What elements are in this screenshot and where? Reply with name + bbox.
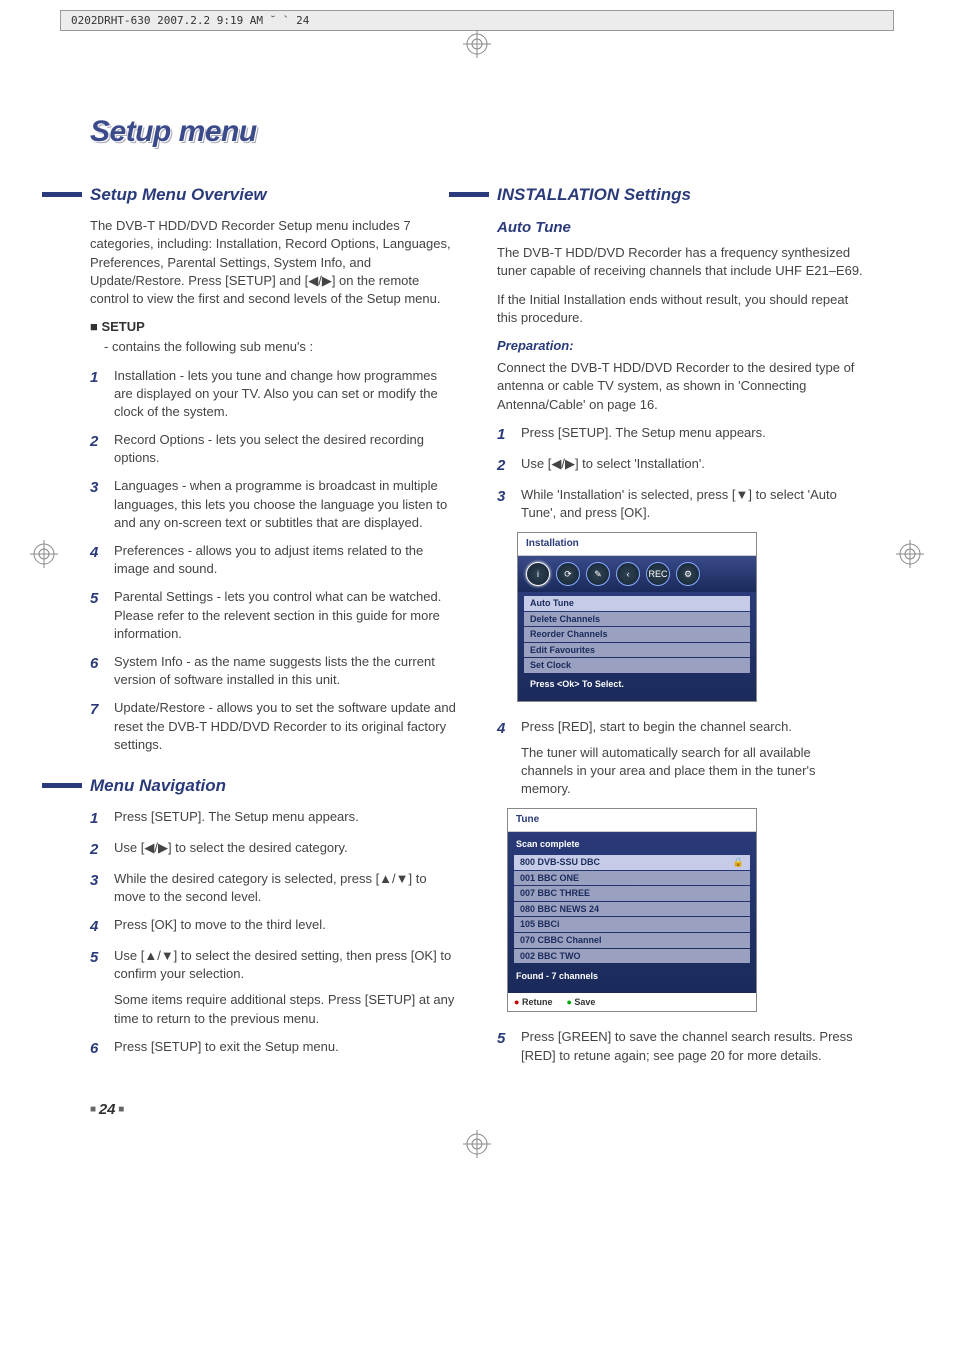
list-item: Record Options - lets you select the des… bbox=[114, 431, 457, 467]
osd-save-button: ● Save bbox=[566, 996, 595, 1009]
osd-retune-button: ● Retune bbox=[514, 996, 552, 1009]
autotune-step-5: 5 Press [GREEN] to save the channel searc… bbox=[497, 1028, 864, 1064]
list-number: 3 bbox=[497, 486, 511, 522]
autotune-para-2: If the Initial Installation ends without… bbox=[497, 291, 864, 327]
osd-row-auto-tune: Auto Tune bbox=[524, 596, 750, 611]
osd-rec-icon: REC bbox=[646, 562, 670, 586]
list-item: Press [OK] to move to the third level. bbox=[114, 916, 457, 937]
list-number: 1 bbox=[497, 424, 511, 445]
osd-channel-row: 001 BBC ONE bbox=[514, 871, 750, 886]
osd-row: Reorder Channels bbox=[524, 627, 750, 642]
list-number: 1 bbox=[90, 367, 104, 422]
list-item: Press [RED], start to begin the channel … bbox=[521, 718, 864, 799]
osd-channel-row: 002 BBC TWO bbox=[514, 949, 750, 964]
list-number: 4 bbox=[497, 718, 511, 799]
list-item: Press [SETUP]. The Setup menu appears. bbox=[114, 808, 457, 829]
osd-row: Edit Favourites bbox=[524, 643, 750, 658]
list-number: 3 bbox=[90, 870, 104, 906]
lock-icon: 🔒 bbox=[733, 856, 744, 869]
list-number: 6 bbox=[90, 1038, 104, 1059]
list-number: 4 bbox=[90, 542, 104, 578]
heading-installation-settings: INSTALLATION Settings bbox=[497, 183, 864, 207]
osd-channel-row: 080 BBC NEWS 24 bbox=[514, 902, 750, 917]
osd-channel-row: 007 BBC THREE bbox=[514, 886, 750, 901]
menu-navigation-list: 1Press [SETUP]. The Setup menu appears. … bbox=[90, 808, 457, 1059]
preparation-para: Connect the DVB-T HDD/DVD Recorder to th… bbox=[497, 359, 864, 414]
page-number: 24 bbox=[90, 1099, 457, 1120]
osd-gear-icon: ⚙ bbox=[676, 562, 700, 586]
list-number: 2 bbox=[90, 431, 104, 467]
autotune-steps-a: 1Press [SETUP]. The Setup menu appears. … bbox=[497, 424, 864, 522]
right-column: INSTALLATION Settings Auto Tune The DVB-… bbox=[497, 183, 864, 1119]
list-number: 2 bbox=[90, 839, 104, 860]
list-number: 5 bbox=[90, 588, 104, 643]
osd-pencil-icon: ✎ bbox=[586, 562, 610, 586]
osd-menu-list: Auto Tune Delete Channels Reorder Channe… bbox=[518, 592, 756, 701]
green-dot-icon: ● bbox=[566, 997, 571, 1007]
osd-refresh-icon: ⟳ bbox=[556, 562, 580, 586]
setup-label: SETUP bbox=[90, 318, 457, 336]
list-item: Installation - lets you tune and change … bbox=[114, 367, 457, 422]
osd-row: Set Clock bbox=[524, 658, 750, 673]
osd-found-count: Found - 7 channels bbox=[514, 964, 750, 987]
setup-submenu-list: 1Installation - lets you tune and change… bbox=[90, 367, 457, 754]
list-item: While the desired category is selected, … bbox=[114, 870, 457, 906]
registration-mark-icon bbox=[30, 540, 58, 568]
list-item: Use [◀/▶] to select the desired category… bbox=[114, 839, 457, 860]
list-number: 2 bbox=[497, 455, 511, 476]
osd-info-icon: i bbox=[526, 562, 550, 586]
list-item: Preferences - allows you to adjust items… bbox=[114, 542, 457, 578]
list-number: 3 bbox=[90, 477, 104, 532]
list-item: System Info - as the name suggests lists… bbox=[114, 653, 457, 689]
list-item: Use [▲/▼] to select the desired setting,… bbox=[114, 947, 457, 1028]
heading-menu-navigation: Menu Navigation bbox=[90, 774, 457, 798]
list-item: While 'Installation' is selected, press … bbox=[521, 486, 864, 522]
heading-preparation: Preparation: bbox=[497, 337, 864, 355]
list-item: Parental Settings - lets you control wha… bbox=[114, 588, 457, 643]
overview-intro: The DVB-T HDD/DVD Recorder Setup menu in… bbox=[90, 217, 457, 308]
list-item: Languages - when a programme is broadcas… bbox=[114, 477, 457, 532]
osd-footer-hint: Press <Ok> To Select. bbox=[524, 674, 750, 693]
list-number: 5 bbox=[497, 1028, 511, 1064]
osd-row: Delete Channels bbox=[524, 612, 750, 627]
osd-tune-screenshot: Tune Scan complete 800 DVB-SSU DBC🔒 001 … bbox=[507, 808, 757, 1012]
left-column: Setup Menu Overview The DVB-T HDD/DVD Re… bbox=[90, 183, 457, 1119]
osd-button-row: ● Retune ● Save bbox=[508, 993, 756, 1012]
osd-channel-row: 800 DVB-SSU DBC🔒 bbox=[514, 855, 750, 870]
list-item: Press [GREEN] to save the channel search… bbox=[521, 1028, 864, 1064]
red-dot-icon: ● bbox=[514, 997, 519, 1007]
heading-setup-overview: Setup Menu Overview bbox=[90, 183, 457, 207]
osd-channel-row: 105 BBCi bbox=[514, 917, 750, 932]
list-number: 1 bbox=[90, 808, 104, 829]
document-header-meta: 0202DRHT-630 2007.2.2 9:19 AM ˘ ` 24 bbox=[60, 10, 894, 31]
page-title: Setup menu bbox=[90, 111, 864, 153]
heading-auto-tune: Auto Tune bbox=[497, 217, 864, 238]
list-number: 7 bbox=[90, 699, 104, 754]
list-number: 5 bbox=[90, 947, 104, 1028]
list-number: 4 bbox=[90, 916, 104, 937]
osd-title: Installation bbox=[518, 533, 756, 556]
autotune-para-1: The DVB-T HDD/DVD Recorder has a frequen… bbox=[497, 244, 864, 280]
list-item: Press [SETUP] to exit the Setup menu. bbox=[114, 1038, 457, 1059]
osd-title: Tune bbox=[508, 809, 756, 832]
list-item: Use [◀/▶] to select 'Installation'. bbox=[521, 455, 864, 476]
osd-scan-status: Scan complete bbox=[514, 836, 750, 855]
list-number: 6 bbox=[90, 653, 104, 689]
osd-installation-screenshot: Installation i ⟳ ✎ ‹ REC ⚙ Auto Tune Del… bbox=[517, 532, 757, 702]
osd-channel-row: 070 CBBC Channel bbox=[514, 933, 750, 948]
registration-mark-icon bbox=[896, 540, 924, 568]
autotune-step-4: 4 Press [RED], start to begin the channe… bbox=[497, 718, 864, 799]
list-item: Update/Restore - allows you to set the s… bbox=[114, 699, 457, 754]
registration-mark-icon bbox=[463, 1130, 491, 1158]
osd-icon-row: i ⟳ ✎ ‹ REC ⚙ bbox=[518, 556, 756, 592]
osd-back-icon: ‹ bbox=[616, 562, 640, 586]
list-item: Press [SETUP]. The Setup menu appears. bbox=[521, 424, 864, 445]
setup-subnote: - contains the following sub menu's : bbox=[104, 338, 457, 356]
